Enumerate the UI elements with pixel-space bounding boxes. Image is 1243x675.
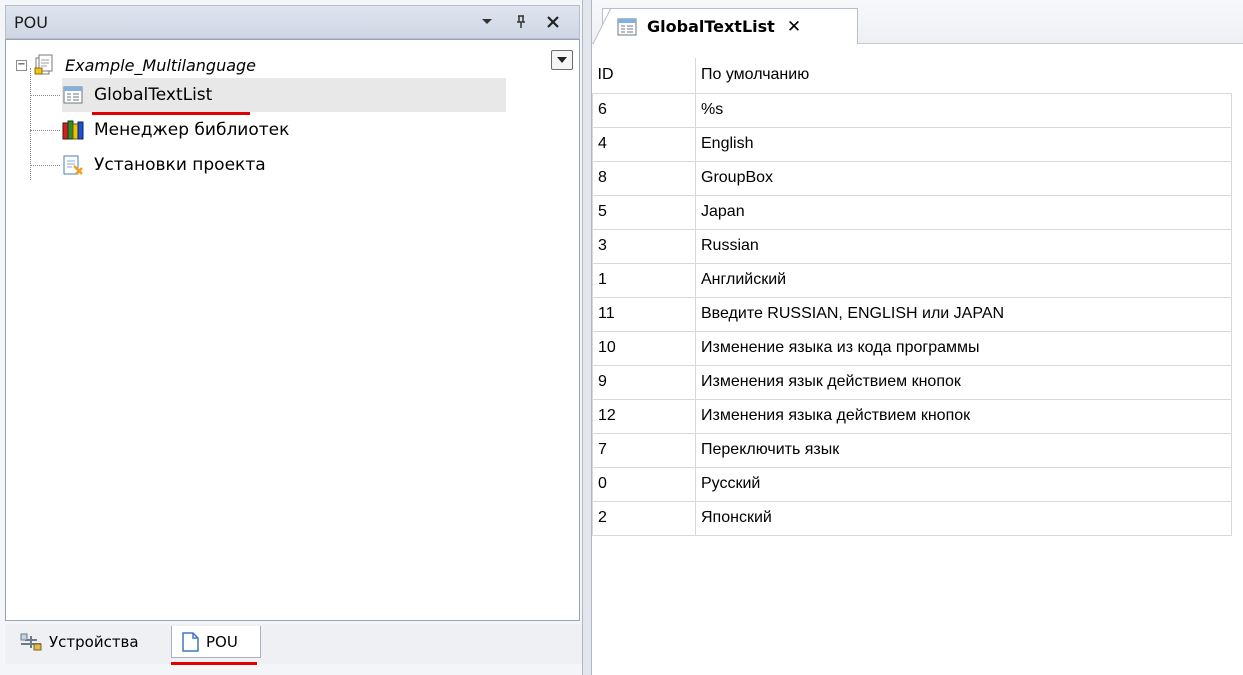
table-row[interactable]: 5 Japan xyxy=(592,194,1232,230)
cell-default-text[interactable]: Изменения языка действием кнопок xyxy=(695,398,1232,434)
cell-default-text[interactable]: Введите RUSSIAN, ENGLISH или JAPAN xyxy=(695,296,1232,332)
tree-item-label: GlobalTextList xyxy=(94,85,213,105)
tree-item-library-manager[interactable]: Менеджер библиотек xyxy=(62,113,289,147)
table-row[interactable]: 7 Переключить язык xyxy=(592,432,1232,468)
cell-default-text[interactable]: Изменения язык действием кнопок xyxy=(695,364,1232,400)
cell-id[interactable]: 2 xyxy=(592,500,696,536)
table-row[interactable]: 8 GroupBox xyxy=(592,160,1232,196)
highlight-underline xyxy=(171,662,257,665)
close-icon[interactable] xyxy=(542,11,564,33)
table-row[interactable]: 11 Введите RUSSIAN, ENGLISH или JAPAN xyxy=(592,296,1232,332)
tab-pou[interactable]: POU xyxy=(171,626,261,658)
cell-id[interactable]: 0 xyxy=(592,466,696,502)
cell-id[interactable]: 4 xyxy=(592,126,696,162)
library-books-icon xyxy=(62,120,84,140)
tree-item-label: Менеджер библиотек xyxy=(94,120,290,140)
table-row[interactable]: 1 Английский xyxy=(592,262,1232,298)
table-row[interactable]: 4 English xyxy=(592,126,1232,162)
tab-edge xyxy=(593,8,611,44)
cell-default-text[interactable]: GroupBox xyxy=(695,160,1232,196)
devices-icon xyxy=(20,633,42,651)
close-tab-icon[interactable]: ✕ xyxy=(787,17,801,37)
tree-item-label: Установки проекта xyxy=(94,155,266,175)
pin-icon[interactable] xyxy=(510,11,532,33)
tree-connector xyxy=(30,130,60,132)
tree-connector xyxy=(30,95,60,97)
bottom-tab-strip: Устройства POU xyxy=(5,624,582,665)
cell-default-text[interactable]: %s xyxy=(695,92,1232,128)
cell-id[interactable]: 7 xyxy=(592,432,696,468)
cell-default-text[interactable]: Русский xyxy=(695,466,1232,502)
tree-connector xyxy=(30,165,60,167)
table-row[interactable]: 9 Изменения язык действием кнопок xyxy=(592,364,1232,400)
table-header-row: ID По умолчанию xyxy=(592,58,1232,94)
tree-root-project[interactable]: − Example_Multilanguage xyxy=(16,48,256,82)
tab-label: POU xyxy=(206,632,238,651)
table-row[interactable]: 6 %s xyxy=(592,92,1232,128)
table-row[interactable]: 10 Изменение языка из кода программы xyxy=(592,330,1232,366)
cell-id[interactable]: 11 xyxy=(592,296,696,332)
table-row[interactable]: 2 Японский xyxy=(592,500,1232,536)
pou-tree: − Example_Multilanguage GlobalTextList М… xyxy=(5,39,580,621)
cell-default-text[interactable]: Переключить язык xyxy=(695,432,1232,468)
document-tab-strip: GlobalTextList ✕ xyxy=(592,0,1243,44)
pou-panel-header: POU xyxy=(5,5,580,39)
panel-splitter[interactable] xyxy=(582,0,592,675)
cell-id[interactable]: 6 xyxy=(592,92,696,128)
cell-id[interactable]: 9 xyxy=(592,364,696,400)
tree-item-globaltextlist[interactable]: GlobalTextList xyxy=(62,78,506,112)
pou-panel: POU − Example_Multilanguage GlobalTextLi… xyxy=(0,0,582,675)
header-filler xyxy=(1231,58,1243,93)
tab-label: Устройства xyxy=(49,633,139,651)
text-list-editor: GlobalTextList ✕ ID По умолчанию 6 %s 4 Eng… xyxy=(592,0,1243,675)
table-row[interactable]: 0 Русский xyxy=(592,466,1232,502)
cell-default-text[interactable]: Russian xyxy=(695,228,1232,264)
pou-icon xyxy=(182,631,199,652)
cell-id[interactable]: 12 xyxy=(592,398,696,434)
cell-default-text[interactable]: Изменение языка из кода программы xyxy=(695,330,1232,366)
text-list-table: ID По умолчанию 6 %s 4 English 8 GroupBox 5 Jap… xyxy=(592,58,1232,536)
table-row[interactable]: 12 Изменения языка действием кнопок xyxy=(592,398,1232,434)
tree-connector xyxy=(30,68,32,180)
project-icon xyxy=(34,54,53,75)
column-header-default[interactable]: По умолчанию xyxy=(695,58,1232,94)
cell-id[interactable]: 8 xyxy=(592,160,696,196)
table-body: 6 %s 4 English 8 GroupBox 5 Japan 3 Russian 1 Англи… xyxy=(592,92,1232,536)
cell-default-text[interactable]: English xyxy=(695,126,1232,162)
tree-root-label: Example_Multilanguage xyxy=(65,55,257,75)
cell-default-text[interactable]: Японский xyxy=(695,500,1232,536)
tab-globaltextlist[interactable]: GlobalTextList ✕ xyxy=(593,8,858,44)
tab-devices[interactable]: Устройства xyxy=(11,626,171,658)
tab-label: GlobalTextList xyxy=(647,17,775,36)
cell-id[interactable]: 1 xyxy=(592,262,696,298)
collapse-icon[interactable]: − xyxy=(16,59,27,71)
table-row[interactable]: 3 Russian xyxy=(592,228,1232,264)
tree-item-project-settings[interactable]: Установки проекта xyxy=(62,148,266,182)
tree-dropdown-button[interactable] xyxy=(551,50,573,70)
cell-default-text[interactable]: Japan xyxy=(695,194,1232,230)
column-header-id[interactable]: ID xyxy=(592,58,696,94)
text-list-icon xyxy=(63,86,83,104)
cell-default-text[interactable]: Английский xyxy=(695,262,1232,298)
cell-id[interactable]: 3 xyxy=(592,228,696,264)
cell-id[interactable]: 5 xyxy=(592,194,696,230)
pou-panel-title: POU xyxy=(14,13,48,32)
text-list-table-container: ID По умолчанию 6 %s 4 English 8 GroupBox 5 Jap… xyxy=(592,58,1243,536)
text-list-icon xyxy=(617,18,637,35)
chevron-down-icon xyxy=(557,57,567,63)
cell-id[interactable]: 10 xyxy=(592,330,696,366)
chevron-down-icon[interactable] xyxy=(476,11,498,33)
project-settings-icon xyxy=(63,155,83,175)
